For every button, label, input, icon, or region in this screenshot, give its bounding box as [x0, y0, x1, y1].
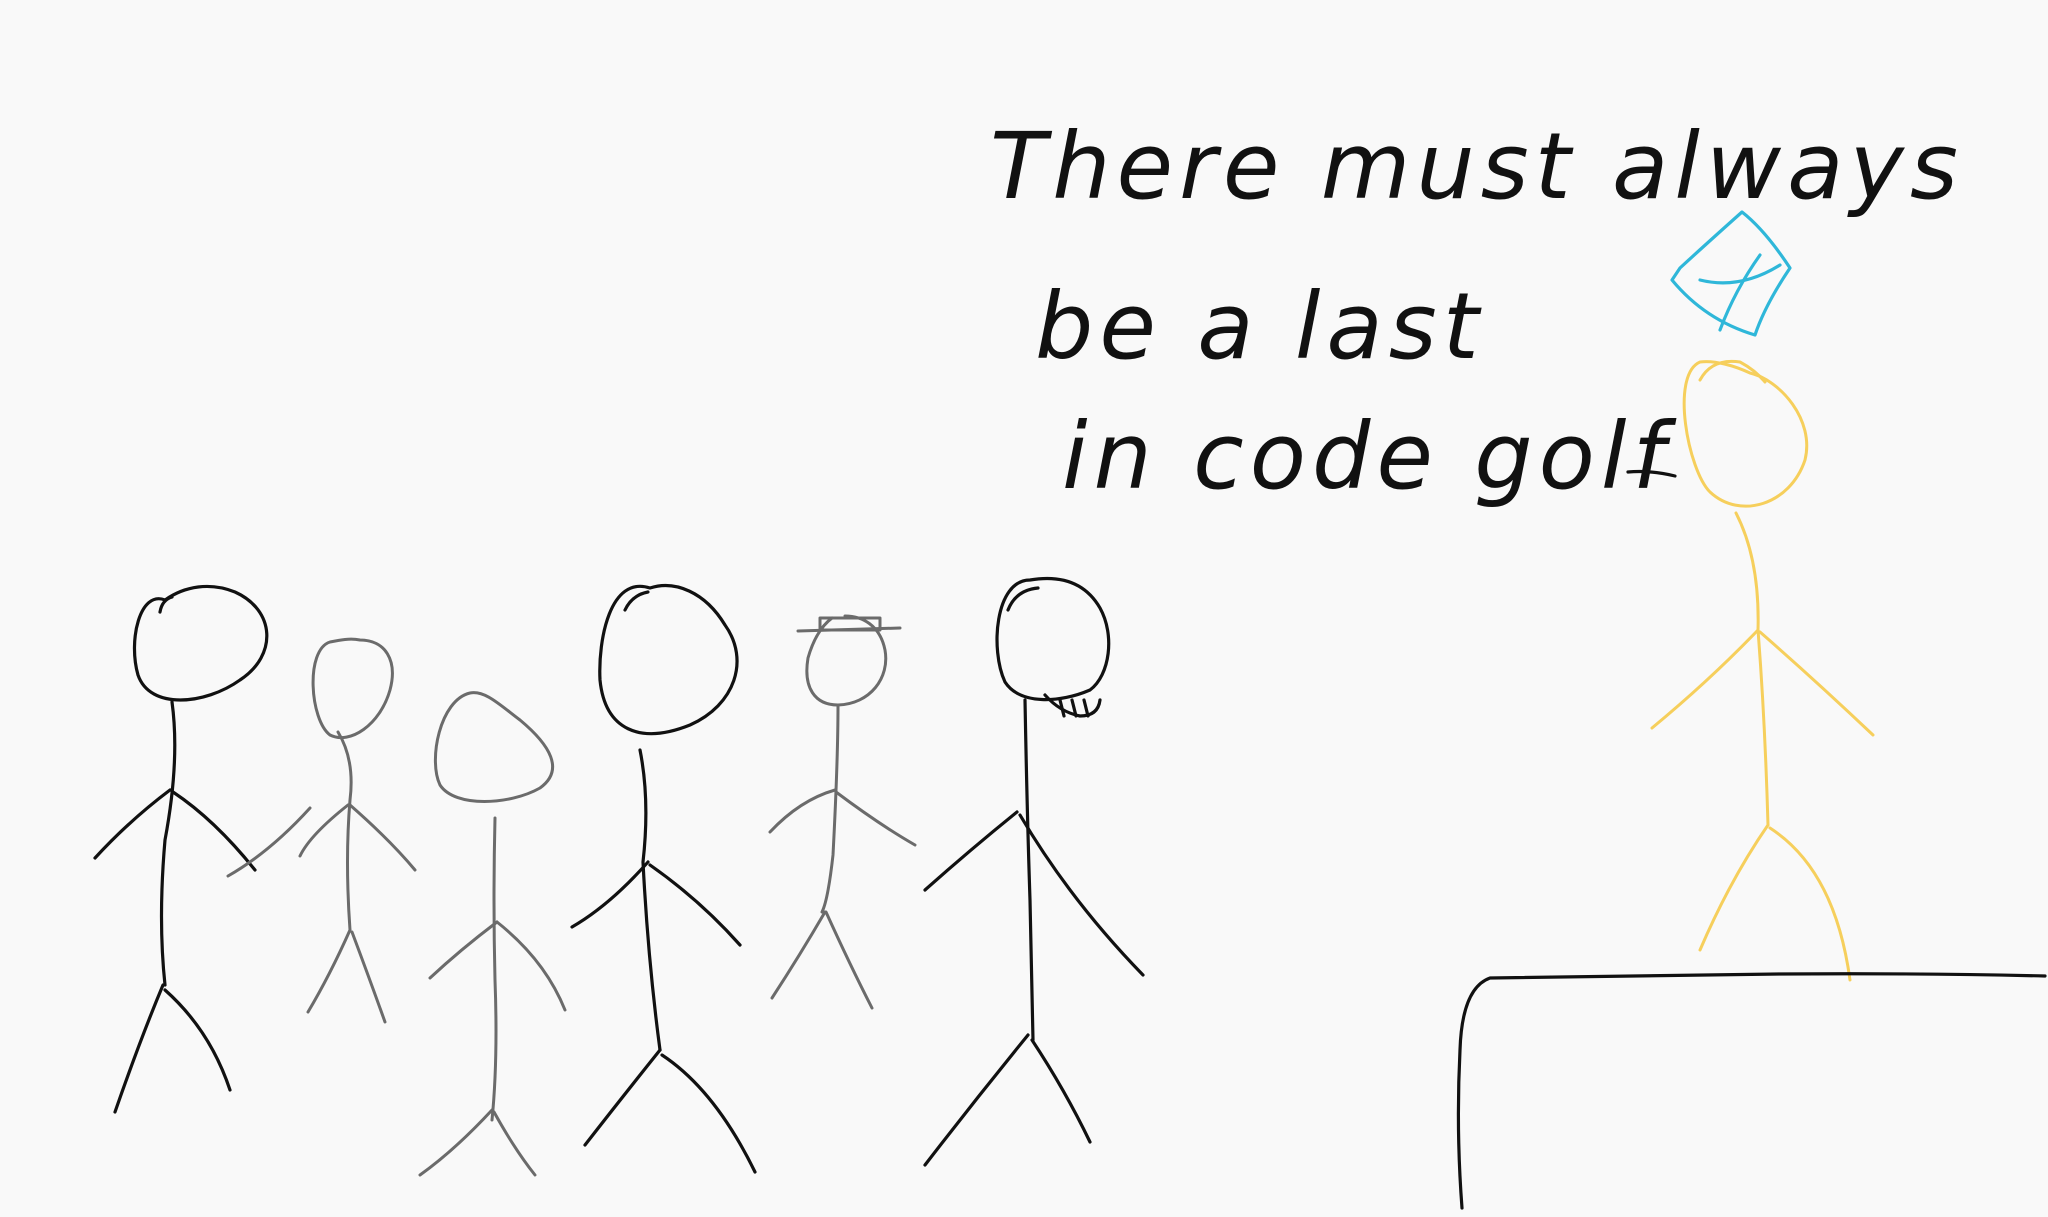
head [311, 637, 394, 740]
right-leg [163, 988, 232, 1092]
stick-figure-5-top-hat [768, 614, 917, 1010]
left-arm [923, 810, 1019, 892]
left-leg [1698, 823, 1770, 952]
drawing-canvas: There must always be a last in code golf [0, 0, 2048, 1217]
stick-figure-1 [93, 584, 269, 1114]
sketch: There must always be a last in code golf [93, 113, 2047, 1210]
right-leg [492, 1110, 537, 1177]
stick-figure-2 [226, 637, 417, 1024]
caption-line-1: There must always [990, 113, 1964, 220]
caption-line-3: in code golf [1062, 403, 1676, 510]
body [490, 816, 498, 1122]
caption: There must always be a last in code golf [990, 113, 1964, 510]
left-arm [570, 860, 650, 929]
right-leg [1768, 826, 1852, 982]
podium [1456, 972, 2047, 1210]
right-arm [648, 863, 742, 947]
right-leg [1030, 1038, 1092, 1144]
left-arm [93, 788, 172, 860]
left-leg [418, 1108, 494, 1177]
right-arm [834, 790, 917, 847]
body [820, 703, 840, 914]
body [1734, 511, 1770, 827]
left-arm [1650, 628, 1760, 730]
body [1023, 698, 1035, 1042]
left-arm [428, 920, 499, 980]
top-hat-brim [796, 626, 902, 633]
left-arm [768, 788, 837, 834]
head [1682, 360, 1809, 508]
trophy-icon [1670, 210, 1792, 337]
hand-hold [226, 806, 312, 878]
right-leg [350, 930, 387, 1024]
left-leg [113, 983, 165, 1114]
head [995, 576, 1111, 702]
right-arm [171, 790, 257, 872]
head [598, 584, 739, 736]
caption-line-2: be a last [1035, 273, 1485, 380]
head [433, 691, 554, 803]
left-leg [770, 910, 827, 1000]
left-leg [306, 928, 352, 1014]
head [132, 584, 269, 702]
stick-figure-3 [418, 691, 567, 1177]
body [638, 748, 662, 1052]
body [336, 730, 353, 932]
right-leg [660, 1053, 757, 1174]
stick-figure-winner [1650, 359, 1875, 982]
right-leg [824, 910, 874, 1010]
stick-figure-4 [570, 584, 757, 1174]
right-arm [348, 803, 417, 872]
right-arm [495, 920, 567, 1012]
right-arm [1758, 630, 1875, 737]
left-leg [583, 1048, 662, 1147]
stick-figure-6-beard [923, 576, 1145, 1167]
right-arm [1018, 813, 1145, 977]
body [159, 700, 177, 987]
left-leg [923, 1033, 1030, 1167]
